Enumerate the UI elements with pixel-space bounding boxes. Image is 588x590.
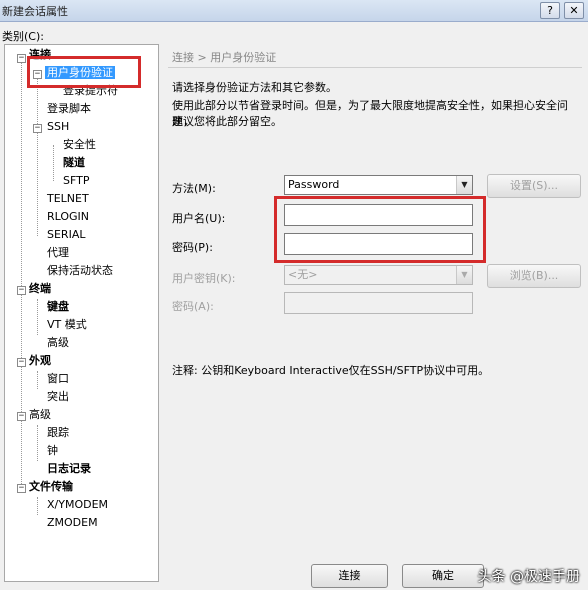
collapse-icon[interactable]: − [17,54,26,63]
method-label: 方法(M): [172,182,216,195]
collapse-icon[interactable]: − [17,412,26,421]
tree-item-terminal[interactable]: 终端 [29,280,51,298]
collapse-icon[interactable]: − [17,484,26,493]
tree-item-bell[interactable]: 钟 [47,442,58,460]
watermark-text: 头条 @极速手册 [477,569,580,585]
tree-item-trace[interactable]: 跟踪 [47,424,69,442]
browse-button[interactable]: 浏览(B)... [487,264,581,288]
tree-item-zmodem[interactable]: ZMODEM [47,514,98,532]
collapse-icon[interactable]: − [17,358,26,367]
method-value: Password [288,178,340,191]
highlight-box-user-auth [27,56,141,88]
tree-item-serial[interactable]: SERIAL [47,226,85,244]
description-line-3: 建议您将此部分留空。 [172,115,282,128]
passphrase-field[interactable] [284,292,473,314]
tree-item-sftp[interactable]: SFTP [63,172,89,190]
tree-line [37,371,38,389]
user-key-label: 用户密钥(K): [172,272,236,285]
divider [168,67,582,68]
window-title: 新建会话属性 [2,5,68,18]
password-label: 密码(P): [172,241,213,254]
description-line-1: 请选择身份验证方法和其它参数。 [172,81,337,94]
tree-line [37,497,38,515]
category-tree[interactable]: − 连接 − 用户身份验证 登录提示符 登录脚本 − SSH 安全性 隧道 SF… [4,44,159,582]
tree-item-highlight[interactable]: 突出 [47,388,69,406]
tree-line [37,299,38,335]
tree-item-terminal-advanced[interactable]: 高级 [47,334,69,352]
breadcrumb: 连接 > 用户身份验证 [172,51,277,64]
tree-item-login-script[interactable]: 登录脚本 [47,100,91,118]
tree-item-file-transfer[interactable]: 文件传输 [29,478,73,496]
tree-item-xymodem[interactable]: X/YMODEM [47,496,108,514]
tree-line [53,145,54,181]
ok-button[interactable]: 确定 [402,564,484,588]
tree-item-appearance[interactable]: 外观 [29,352,51,370]
tree-item-window[interactable]: 窗口 [47,370,69,388]
tree-line [37,73,38,236]
tree-item-security[interactable]: 安全性 [63,136,96,154]
close-button[interactable]: ✕ [564,2,584,19]
tree-line [21,59,22,488]
collapse-icon[interactable]: − [17,286,26,295]
highlight-box-credentials [274,196,486,263]
category-label: 类别(C): [2,30,44,43]
tree-item-tunnel[interactable]: 隧道 [63,154,85,172]
collapse-icon[interactable]: − [33,124,42,133]
user-key-select[interactable]: <无> ▼ [284,265,473,285]
note-text: 注释: 公钥和Keyboard Interactive仅在SSH/SFTP协议中… [172,364,490,377]
tree-item-keepalive[interactable]: 保持活动状态 [47,262,113,280]
tree-item-proxy[interactable]: 代理 [47,244,69,262]
title-bar: 新建会话属性 ? ✕ [0,0,588,22]
help-button[interactable]: ? [540,2,560,19]
passphrase-label: 密码(A): [172,300,214,313]
connect-button[interactable]: 连接 [311,564,388,588]
tree-line [37,425,38,461]
tree-item-keyboard[interactable]: 键盘 [47,298,69,316]
method-select[interactable]: Password ▼ [284,175,473,195]
settings-button[interactable]: 设置(S)... [487,174,581,198]
username-label: 用户名(U): [172,212,226,225]
tree-item-log[interactable]: 日志记录 [47,460,91,478]
tree-item-ssh[interactable]: SSH [47,118,69,136]
tree-item-vt-mode[interactable]: VT 模式 [47,316,87,334]
dropdown-arrow-icon[interactable]: ▼ [456,176,472,194]
tree-item-rlogin[interactable]: RLOGIN [47,208,89,226]
tree-item-advanced[interactable]: 高级 [29,406,51,424]
tree-item-telnet[interactable]: TELNET [47,190,89,208]
user-key-value: <无> [288,268,318,281]
dropdown-arrow-icon[interactable]: ▼ [456,266,472,284]
